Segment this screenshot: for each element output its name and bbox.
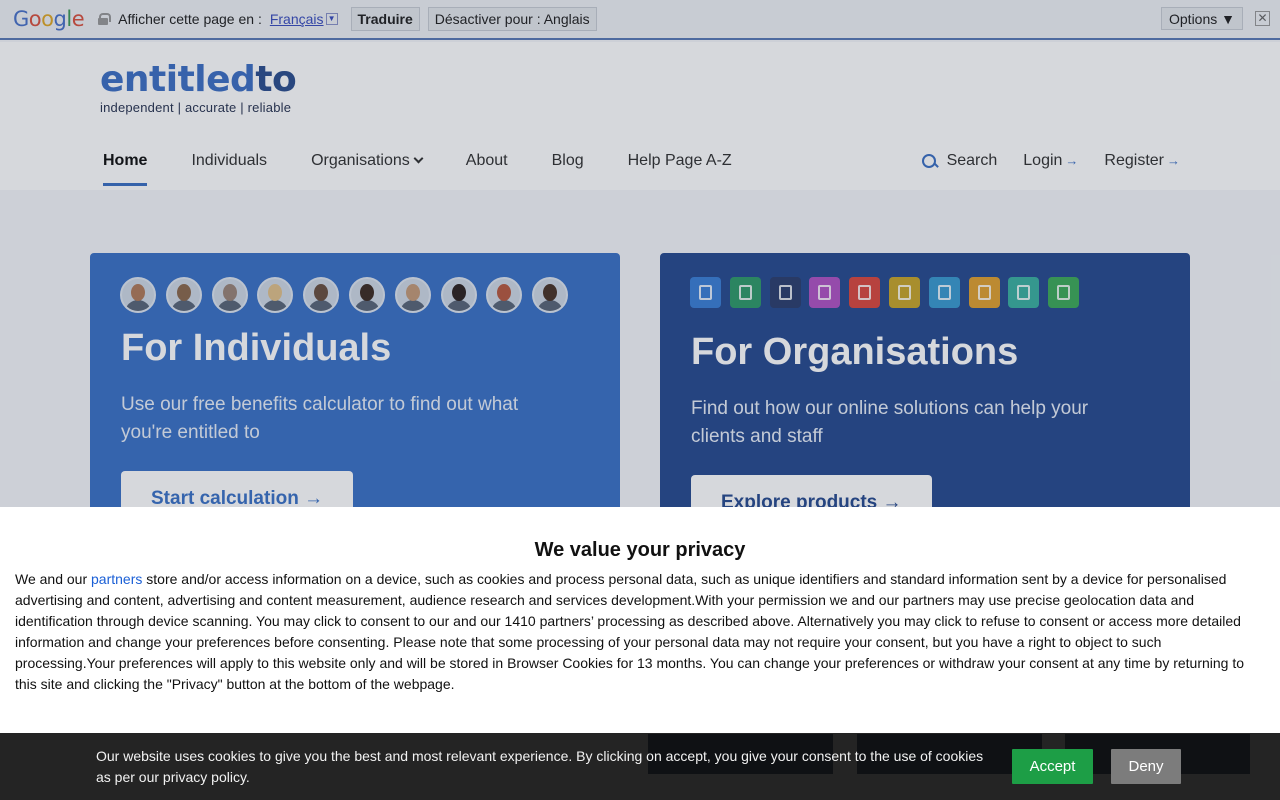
cookie-text: Our website uses cookies to give you the… xyxy=(96,748,984,785)
deny-button[interactable]: Deny xyxy=(1111,749,1181,784)
partners-link[interactable]: partners xyxy=(91,571,142,587)
cookie-bar: Our website uses cookies to give you the… xyxy=(0,733,1280,800)
accept-button[interactable]: Accept xyxy=(1012,749,1093,784)
privacy-title: We value your privacy xyxy=(534,539,746,561)
privacy-dialog: We value your privacy We and our partner… xyxy=(0,507,1280,733)
privacy-body: We and our partners store and/or access … xyxy=(15,571,1245,692)
